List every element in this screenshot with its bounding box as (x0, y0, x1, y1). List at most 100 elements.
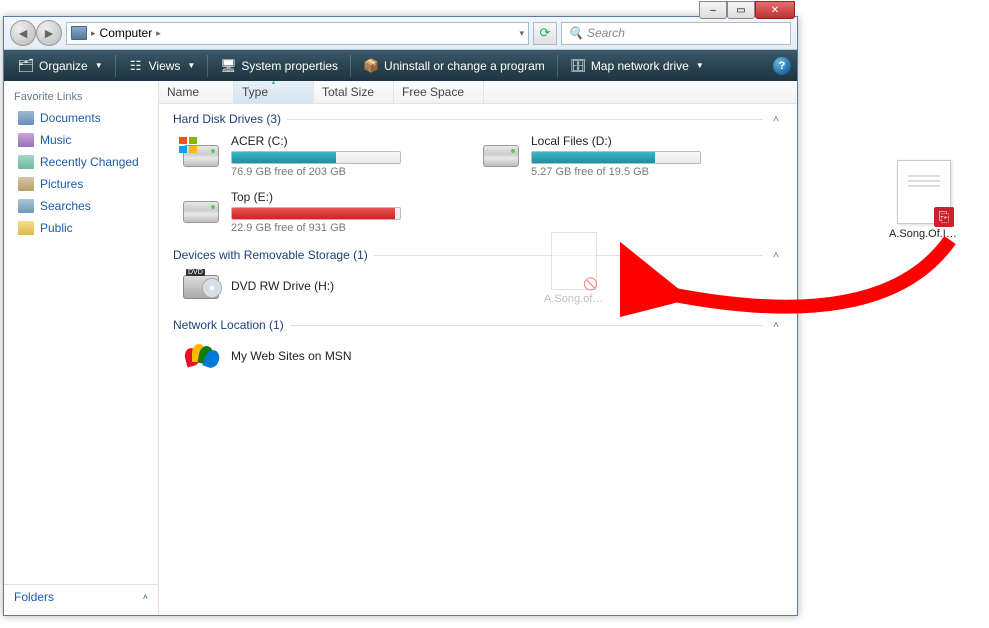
folders-toggle[interactable]: Folders ˄ (4, 584, 158, 609)
drive-free-text: 76.9 GB free of 203 GB (231, 166, 447, 178)
sidebar-item-label: Pictures (40, 177, 83, 191)
collapse-icon[interactable]: ˄ (769, 250, 783, 261)
system-properties-button[interactable]: 🖥 System properties (212, 55, 346, 77)
hdd-icon (181, 195, 221, 229)
drive-name: Local Files (D:) (531, 134, 747, 148)
search-input[interactable]: 🔍 Search (561, 22, 791, 45)
col-spacer (484, 81, 797, 103)
command-toolbar: 🗂 Organize ▼ ☷ Views ▼ 🖥 System properti… (4, 50, 797, 81)
drive-name: ACER (C:) (231, 134, 447, 148)
drive-free-text: 22.9 GB free of 931 GB (231, 222, 447, 234)
back-button[interactable]: ◄ (10, 20, 36, 46)
usage-bar (231, 151, 401, 164)
drive-item[interactable]: ACER (C:) 76.9 GB free of 203 GB (179, 132, 449, 180)
collapse-icon[interactable]: ˄ (769, 320, 783, 331)
sysprops-label: System properties (241, 59, 338, 73)
group-hdd-header[interactable]: Hard Disk Drives (3) ˄ (159, 104, 797, 128)
group-network-header[interactable]: Network Location (1) ˄ (159, 310, 797, 334)
address-bar-row: ◄ ► ▸ Computer ▸ ▾ ⟳ 🔍 Search (4, 17, 797, 50)
breadcrumb-computer[interactable]: Computer (100, 26, 153, 40)
group-removable-header[interactable]: Devices with Removable Storage (1) ˄ (159, 240, 797, 264)
organize-label: Organize (39, 59, 88, 73)
network-item-msn[interactable]: My Web Sites on MSN (179, 338, 449, 376)
explorer-body: Favorite Links Documents Music Recently Ch… (4, 81, 797, 615)
col-type[interactable]: ▲Type (234, 81, 314, 103)
hdd-icon (481, 139, 521, 173)
sidebar-item-documents[interactable]: Documents (4, 107, 158, 129)
mapdrive-label: Map network drive (591, 59, 689, 73)
drive-item[interactable]: Local Files (D:) 5.27 GB free of 19.5 GB (479, 132, 749, 180)
explorer-window: – ▭ ✕ ◄ ► ▸ Computer ▸ ▾ ⟳ 🔍 Search 🗂 Or… (3, 16, 798, 616)
chevron-right-icon: ▸ (156, 28, 161, 39)
folder-icon (18, 133, 34, 147)
window-controls: – ▭ ✕ (699, 1, 795, 19)
chevron-right-icon: ▸ (91, 28, 96, 39)
organize-button[interactable]: 🗂 Organize ▼ (10, 55, 111, 77)
msn-label: My Web Sites on MSN (231, 349, 447, 363)
search-icon: 🔍 (568, 26, 583, 40)
usage-bar (231, 207, 401, 220)
drag-ghost-file: A.Song.of.Ic... (544, 232, 604, 305)
msn-icon (181, 340, 221, 374)
sidebar-item-label: Recently Changed (40, 155, 139, 169)
sidebar-item-pictures[interactable]: Pictures (4, 173, 158, 195)
col-freespace[interactable]: Free Space (394, 81, 484, 103)
collapse-icon[interactable]: ˄ (769, 114, 783, 125)
sidebar-item-searches[interactable]: Searches (4, 195, 158, 217)
drive-item[interactable]: Top (E:) 22.9 GB free of 931 GB (179, 188, 449, 236)
folder-icon (18, 155, 34, 169)
sidebar-header: Favorite Links (4, 87, 158, 107)
sidebar-item-label: Documents (40, 111, 101, 125)
drive-free-text: 5.27 GB free of 19.5 GB (531, 166, 747, 178)
ghost-doc-icon (551, 232, 597, 290)
desktop-file[interactable]: ⎘ A.Song.Of.Ic... (889, 160, 959, 240)
breadcrumb-bar[interactable]: ▸ Computer ▸ ▾ (66, 22, 529, 45)
views-button[interactable]: ☷ Views ▼ (120, 55, 204, 77)
chevron-up-icon: ˄ (143, 592, 148, 602)
chevron-down-icon: ▼ (187, 61, 195, 70)
computer-icon (71, 26, 87, 40)
separator (557, 55, 558, 77)
system-properties-icon: 🖥 (220, 58, 236, 74)
col-name[interactable]: Name (159, 81, 234, 103)
divider (287, 119, 763, 120)
main-pane[interactable]: Name ▲Type Total Size Free Space Hard Di… (159, 81, 797, 615)
uninstall-button[interactable]: 📦 Uninstall or change a program (355, 55, 553, 77)
close-button[interactable]: ✕ (755, 1, 795, 19)
drive-name: Top (E:) (231, 190, 447, 204)
map-drive-icon: 🗄 (570, 58, 586, 74)
column-headers: Name ▲Type Total Size Free Space (159, 81, 797, 104)
sidebar-item-music[interactable]: Music (4, 129, 158, 151)
removable-list: DVD RW Drive (H:) (159, 264, 797, 310)
pdf-icon: ⎘ (897, 160, 951, 224)
folder-icon (18, 111, 34, 125)
network-list: My Web Sites on MSN (159, 334, 797, 380)
separator (115, 55, 116, 77)
search-placeholder: Search (587, 26, 625, 40)
sort-asc-icon: ▲ (271, 81, 277, 86)
dropdown-icon[interactable]: ▾ (519, 28, 524, 39)
sidebar-item-public[interactable]: Public (4, 217, 158, 239)
sidebar-item-label: Searches (40, 199, 91, 213)
refresh-button[interactable]: ⟳ (533, 22, 557, 45)
minimize-button[interactable]: – (699, 1, 727, 19)
map-drive-button[interactable]: 🗄 Map network drive ▼ (562, 55, 712, 77)
separator (207, 55, 208, 77)
drive-dvd[interactable]: DVD RW Drive (H:) (179, 268, 449, 306)
folders-label: Folders (14, 590, 54, 604)
help-button[interactable]: ? (773, 57, 791, 75)
maximize-button[interactable]: ▭ (727, 1, 755, 19)
sidebar-item-recently-changed[interactable]: Recently Changed (4, 151, 158, 173)
col-totalsize[interactable]: Total Size (314, 81, 394, 103)
hdd-list: ACER (C:) 76.9 GB free of 203 GB Local Fil… (159, 128, 797, 240)
forward-button[interactable]: ► (36, 20, 62, 46)
sidebar-item-label: Public (40, 221, 73, 235)
group-removable-title: Devices with Removable Storage (1) (173, 248, 368, 262)
folder-icon (18, 177, 34, 191)
sidebar: Favorite Links Documents Music Recently Ch… (4, 81, 159, 615)
organize-icon: 🗂 (18, 58, 34, 74)
views-icon: ☷ (128, 58, 144, 74)
group-hdd-title: Hard Disk Drives (3) (173, 112, 281, 126)
pdf-badge-icon: ⎘ (934, 207, 954, 227)
dvd-label: DVD RW Drive (H:) (231, 279, 447, 293)
